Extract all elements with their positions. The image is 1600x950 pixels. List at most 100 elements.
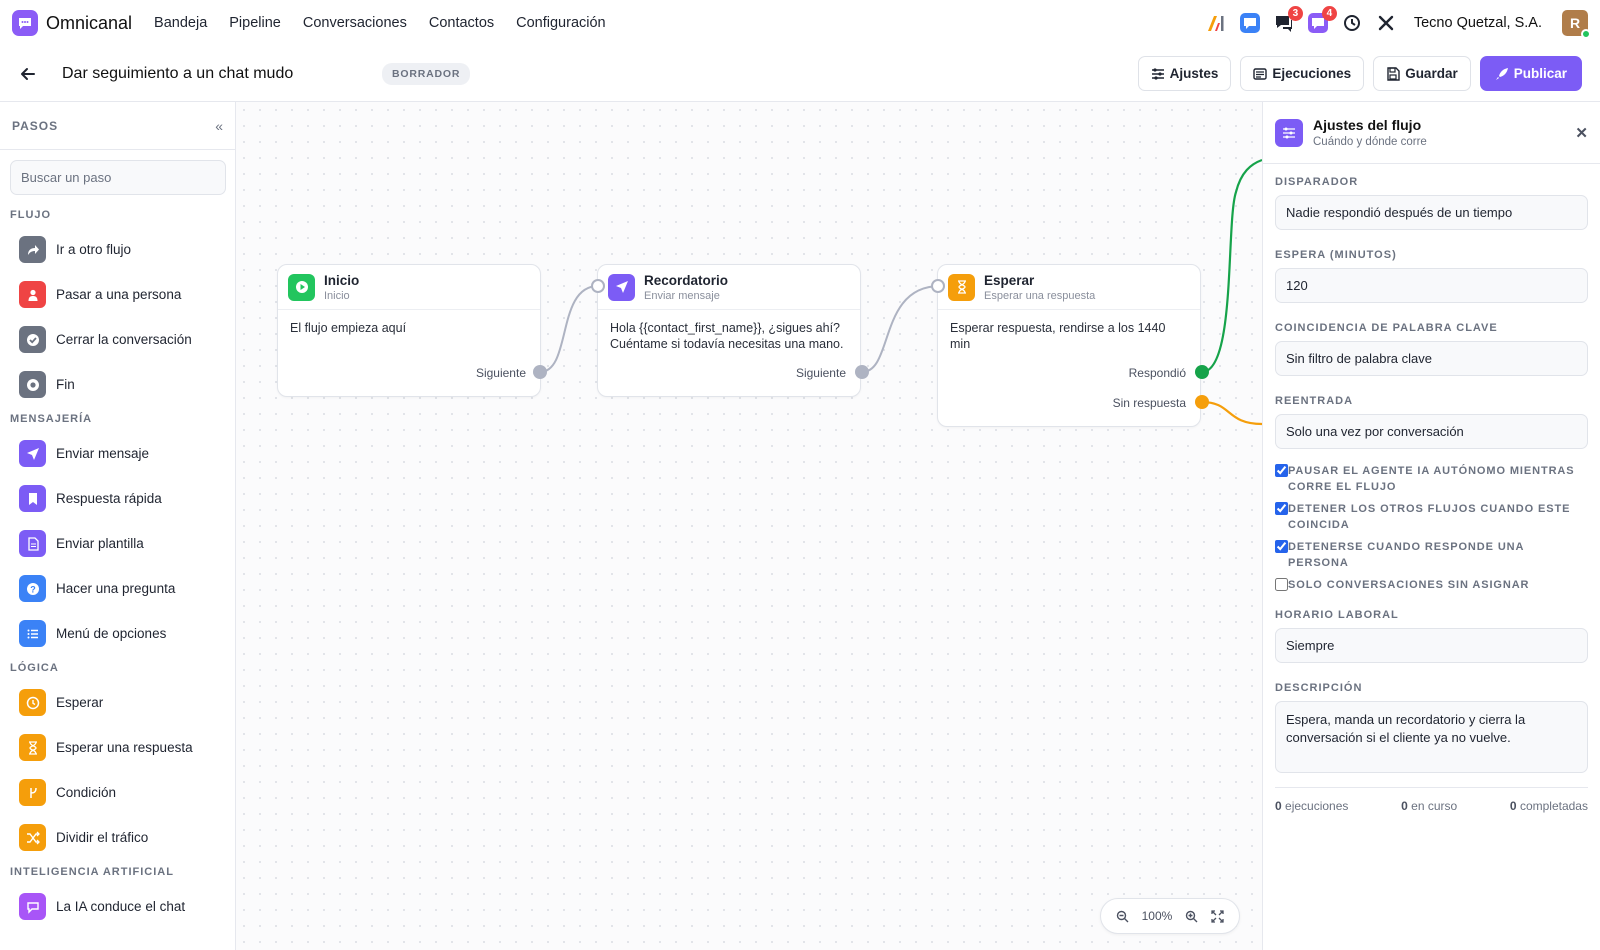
settings-button[interactable]: Ajustes (1137, 56, 1232, 91)
input-port[interactable] (591, 279, 605, 293)
node-title: Recordatorio (644, 272, 729, 288)
description-textarea[interactable]: Espera, manda un recordatorio y cierra l… (1275, 701, 1588, 773)
unassigned-only-checkbox[interactable] (1275, 578, 1288, 591)
app-logo-icon[interactable] (12, 10, 38, 36)
output-port[interactable] (533, 365, 547, 379)
hourglass-icon (19, 734, 46, 761)
runs-button-label: Ejecuciones (1272, 66, 1352, 81)
step-go-to-flow[interactable]: Ir a otro flujo (0, 227, 235, 272)
avatar-initial: R (1569, 15, 1581, 31)
step-ask-question[interactable]: ? Hacer una pregunta (0, 566, 235, 611)
svg-text:?: ? (30, 584, 36, 594)
publish-button-label: Publicar (1513, 66, 1567, 81)
list-icon (1253, 67, 1268, 80)
check-stop-other-flows[interactable]: DETENER LOS OTROS FLUJOS CUANDO ESTE COI… (1275, 501, 1588, 533)
reentry-select[interactable]: Solo una vez por conversación (1275, 414, 1588, 449)
avatar[interactable]: R (1562, 10, 1591, 39)
wait-minutes-field[interactable]: 120 (1275, 268, 1588, 303)
bookmark-icon (19, 485, 46, 512)
nav-item-configuracion[interactable]: Configuración (516, 15, 605, 31)
input-port[interactable] (931, 279, 945, 293)
step-send-message[interactable]: Enviar mensaje (0, 431, 235, 476)
check-stop-on-human-reply[interactable]: DETENERSE CUANDO RESPONDE UNA PERSONA (1275, 539, 1588, 571)
settings-panel-header: Ajustes del flujo Cuándo y dónde corre ✕ (1263, 102, 1600, 164)
share-arrow-icon (19, 236, 46, 263)
zoom-out-icon[interactable] (1116, 910, 1129, 923)
stat-label: en curso (1411, 799, 1458, 813)
inbox-icon[interactable]: 4 (1306, 6, 1337, 35)
step-label: Menú de opciones (56, 626, 167, 641)
step-label: Fin (56, 377, 75, 392)
step-label: Pasar a una persona (56, 287, 182, 302)
keyword-match-select[interactable]: Sin filtro de palabra clave (1275, 341, 1588, 376)
step-search-input[interactable] (10, 160, 226, 195)
check-label: DETENER LOS OTROS FLUJOS CUANDO ESTE COI… (1288, 503, 1571, 531)
section-title-mensajeria: MENSAJERÍA (10, 413, 93, 425)
stat-count: 0 (1509, 799, 1517, 813)
pause-ai-checkbox[interactable] (1275, 464, 1288, 477)
step-end[interactable]: Fin (0, 362, 235, 407)
status-badge: BORRADOR (382, 62, 471, 85)
clock-icon[interactable] (1340, 11, 1364, 35)
save-button[interactable]: Guardar (1373, 56, 1471, 91)
company-name[interactable]: Tecno Quetzal, S.A. (1414, 15, 1542, 31)
zoom-in-icon[interactable] (1185, 910, 1198, 923)
zoom-controls: 100% (1100, 898, 1240, 934)
tools-icon[interactable] (1374, 11, 1398, 35)
live-chat-icon[interactable] (1238, 11, 1262, 35)
output-port[interactable] (855, 365, 869, 379)
collapse-panel-icon[interactable]: « (215, 118, 223, 134)
fit-view-icon[interactable] (1211, 909, 1225, 923)
flow-canvas[interactable]: Inicio Inicio El flujo empieza aquí Sigu… (236, 102, 1262, 950)
node-esperar[interactable]: Esperar Esperar una respuesta Esperar re… (937, 264, 1201, 427)
check-pause-ai-agent[interactable]: PAUSAR EL AGENTE IA AUTÓNOMO MIENTRAS CO… (1275, 463, 1588, 495)
nav-item-conversaciones[interactable]: Conversaciones (303, 15, 407, 31)
step-wait-reply[interactable]: Esperar una respuesta (0, 725, 235, 770)
step-options-menu[interactable]: Menú de opciones (0, 611, 235, 656)
step-ai-conducts-chat[interactable]: La IA conduce el chat (0, 884, 235, 929)
close-icon[interactable]: ✕ (1575, 124, 1588, 142)
step-condition[interactable]: Condición (0, 770, 235, 815)
step-handoff-person[interactable]: Pasar a una persona (0, 272, 235, 317)
clock-icon (19, 689, 46, 716)
runs-button[interactable]: Ejecuciones (1240, 56, 1365, 91)
output-port-respondio[interactable] (1195, 365, 1209, 379)
port-label-siguiente: Siguiente (475, 366, 526, 380)
stat-label: ejecuciones (1285, 799, 1349, 813)
publish-button[interactable]: Publicar (1479, 56, 1582, 91)
document-icon (19, 530, 46, 557)
back-arrow-icon[interactable] (18, 64, 38, 84)
step-label: Dividir el tráfico (56, 830, 149, 845)
trigger-select[interactable]: Nadie respondió después de un tiempo (1275, 195, 1588, 230)
stat-in-progress: 0 en curso (1401, 799, 1457, 813)
nav-item-bandeja[interactable]: Bandeja (154, 15, 207, 31)
stat-completed: 0 completadas (1510, 799, 1588, 813)
flow-settings-panel: Ajustes del flujo Cuándo y dónde corre ✕… (1262, 102, 1600, 950)
check-unassigned-only[interactable]: SOLO CONVERSACIONES SIN ASIGNAR (1275, 577, 1588, 593)
check-label: PAUSAR EL AGENTE IA AUTÓNOMO MIENTRAS CO… (1288, 465, 1575, 493)
step-close-conversation[interactable]: Cerrar la conversación (0, 317, 235, 362)
node-subtitle: Enviar mensaje (644, 289, 720, 302)
node-recordatorio[interactable]: Recordatorio Enviar mensaje Hola {{conta… (597, 264, 861, 397)
stop-on-human-checkbox[interactable] (1275, 540, 1288, 553)
check-label: SOLO CONVERSACIONES SIN ASIGNAR (1288, 579, 1530, 591)
ai-logo-icon[interactable] (1204, 11, 1228, 35)
nav-item-pipeline[interactable]: Pipeline (229, 15, 281, 31)
nav-item-contactos[interactable]: Contactos (429, 15, 494, 31)
messages-icon[interactable]: 3 (1272, 6, 1303, 35)
step-quick-reply[interactable]: Respuesta rápida (0, 476, 235, 521)
step-send-template[interactable]: Enviar plantilla (0, 521, 235, 566)
brand-name[interactable]: Omnicanal (46, 13, 132, 34)
stop-other-flows-checkbox[interactable] (1275, 502, 1288, 515)
step-split-traffic[interactable]: Dividir el tráfico (0, 815, 235, 860)
play-icon (288, 273, 315, 301)
section-title-flujo: FLUJO (10, 209, 52, 221)
output-port-sin-respuesta[interactable] (1195, 395, 1209, 409)
save-button-label: Guardar (1405, 66, 1458, 81)
wait-minutes-label: ESPERA (MINUTOS) (1275, 249, 1397, 261)
step-wait[interactable]: Esperar (0, 680, 235, 725)
flow-title[interactable]: Dar seguimiento a un chat mudo (62, 65, 382, 83)
connector-inicio-recordatorio (539, 285, 599, 373)
node-inicio[interactable]: Inicio Inicio El flujo empieza aquí Sigu… (277, 264, 541, 397)
business-hours-select[interactable]: Siempre (1275, 628, 1588, 663)
